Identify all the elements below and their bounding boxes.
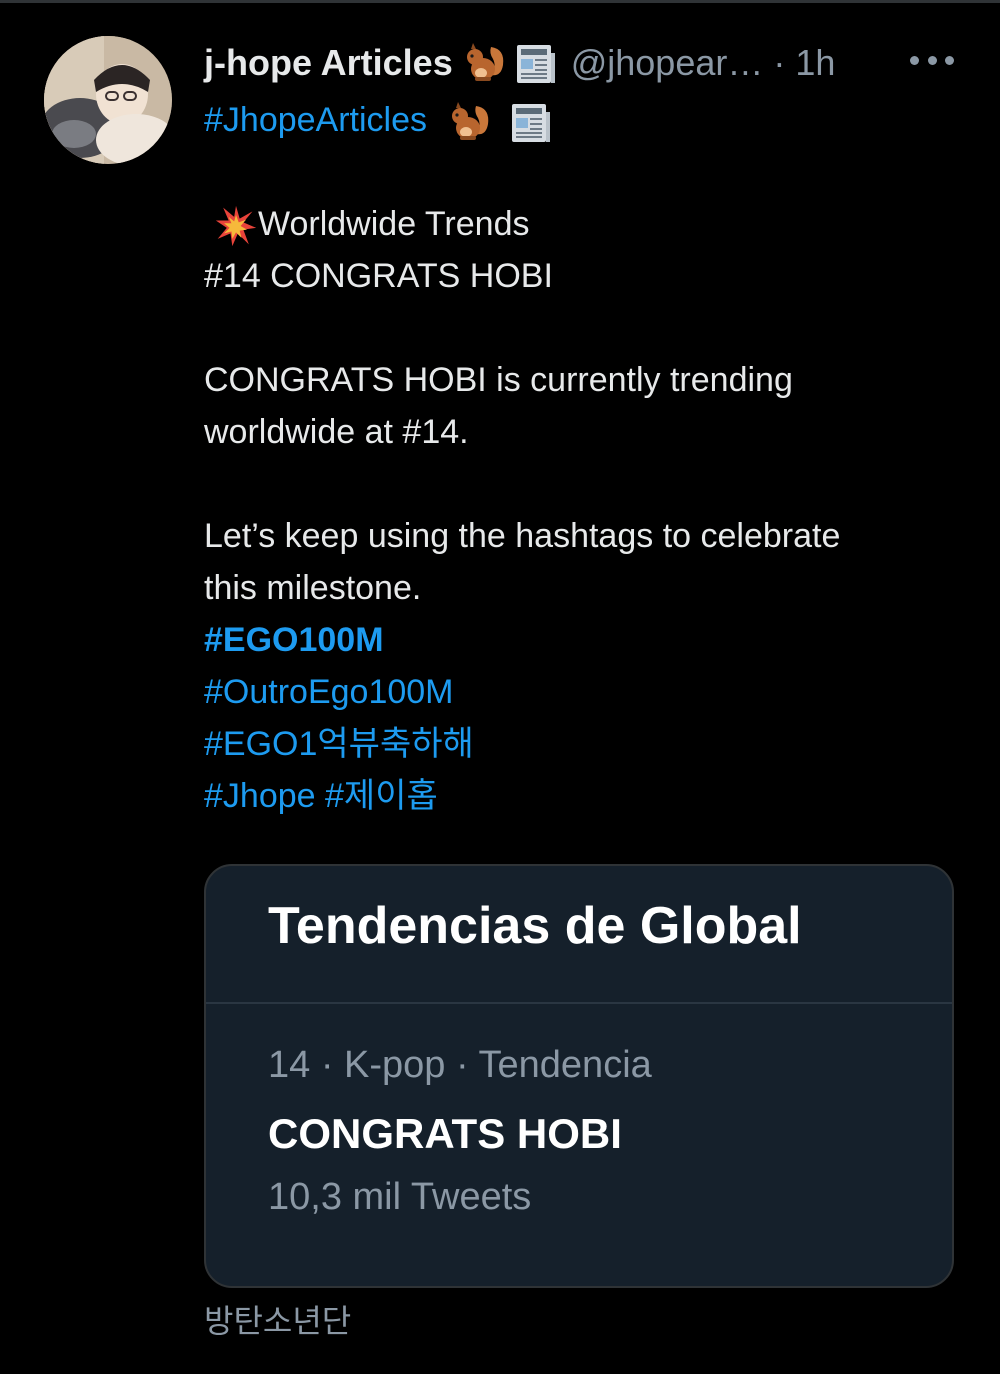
hashtag-jhope-korean[interactable]: #제이홉 bbox=[325, 777, 438, 815]
paragraph1-line2: worldwide at #14. bbox=[204, 413, 469, 452]
avatar-photo bbox=[44, 36, 172, 164]
trend-screenshot-card[interactable]: Tendencias de Global 14 · K-pop · Tenden… bbox=[204, 864, 954, 1288]
trend-rank-line: #14 CONGRATS HOBI bbox=[204, 257, 553, 296]
tweet-header: j-hope Articles @jhopear… · 1h bbox=[204, 36, 835, 90]
squirrel-icon bbox=[446, 98, 494, 146]
card-title: Tendencias de Global bbox=[268, 897, 802, 955]
avatar[interactable] bbox=[44, 36, 172, 164]
trend-heading: Worldwide Trends bbox=[258, 205, 530, 244]
hashtag-jhopearticles[interactable]: #JhopeArticles bbox=[204, 101, 427, 139]
tweet-body: #JhopeArticles Worldwide Trends #14 CONG… bbox=[204, 94, 964, 822]
paragraph2-line1: Let’s keep using the hashtags to celebra… bbox=[204, 517, 841, 556]
card-trend-name: CONGRATS HOBI bbox=[268, 1110, 622, 1157]
newspaper-icon bbox=[511, 39, 559, 87]
header-separator: · bbox=[773, 42, 786, 83]
hashtag-line: #JhopeArticles bbox=[204, 94, 964, 146]
hashtag-ego100m[interactable]: #EGO100M bbox=[204, 614, 964, 666]
tweet-time[interactable]: 1h bbox=[795, 42, 835, 84]
hashtag-ego1-korean[interactable]: #EGO1억뷰축하해 bbox=[204, 718, 964, 770]
newspaper-icon bbox=[506, 98, 554, 146]
more-options-icon[interactable] bbox=[910, 48, 954, 72]
hashtag-outroego100m[interactable]: #OutroEgo100M bbox=[204, 666, 964, 718]
footer-text[interactable]: 방탄소년단 bbox=[204, 1296, 351, 1342]
paragraph1-line1: CONGRATS HOBI is currently trending bbox=[204, 361, 793, 400]
collision-icon bbox=[214, 204, 258, 248]
top-divider bbox=[0, 0, 1000, 3]
card-trend-meta: 14 · K-pop · Tendencia bbox=[268, 1044, 652, 1086]
paragraph2-line2: this milestone. bbox=[204, 569, 422, 608]
card-tweet-count: 10,3 mil Tweets bbox=[268, 1176, 532, 1218]
author-name[interactable]: j-hope Articles bbox=[204, 42, 453, 84]
author-handle[interactable]: @jhopear… bbox=[571, 42, 764, 84]
hashtag-jhope[interactable]: #Jhope bbox=[204, 777, 316, 815]
trend-heading-line: Worldwide Trends bbox=[204, 198, 964, 250]
hashtag-last-line: #Jhope #제이홉 bbox=[204, 770, 964, 822]
card-divider bbox=[206, 1002, 952, 1004]
squirrel-icon bbox=[461, 39, 509, 87]
